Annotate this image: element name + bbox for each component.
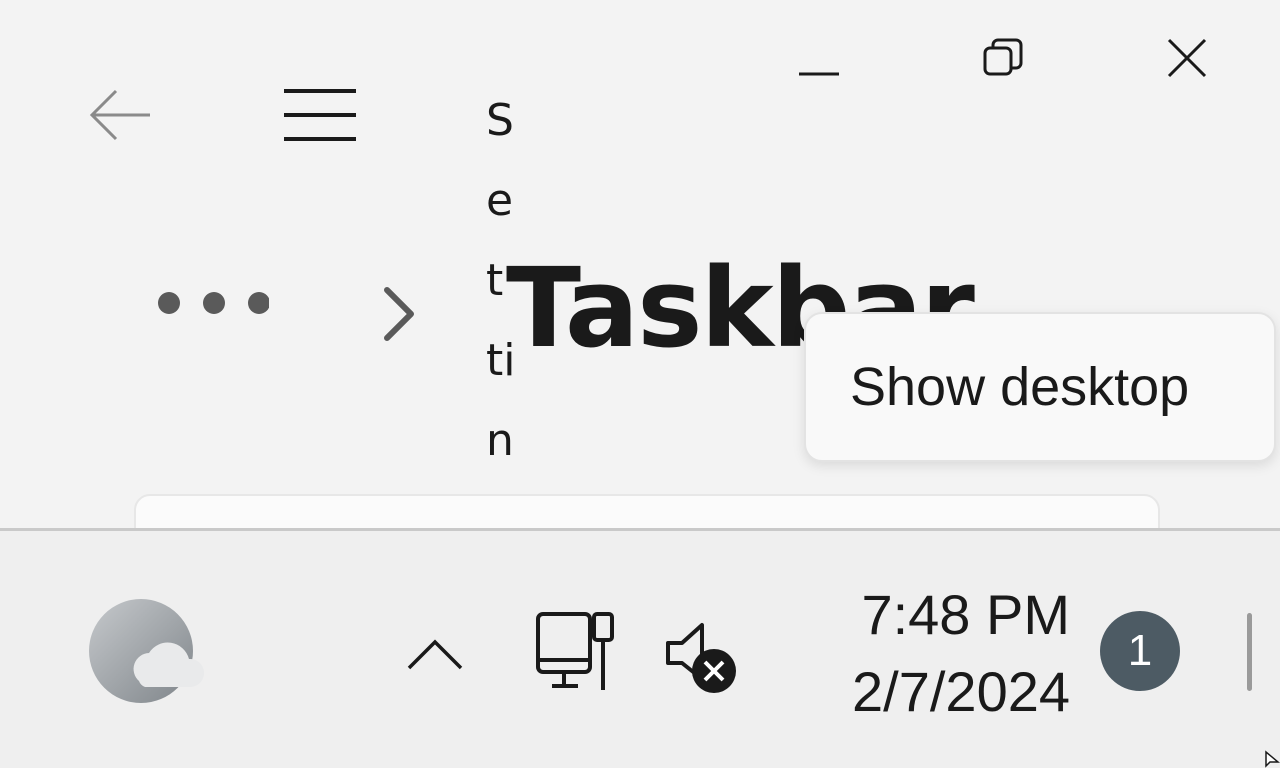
taskbar-clock[interactable]: 7:48 PM 2/7/2024 — [800, 577, 1070, 731]
back-arrow-icon — [89, 89, 150, 141]
close-button[interactable] — [1142, 18, 1232, 98]
show-desktop-button[interactable] — [1247, 613, 1252, 691]
restore-button[interactable] — [958, 18, 1048, 98]
mouse-cursor-icon — [1265, 750, 1280, 768]
weather-cloud-icon — [89, 599, 205, 703]
wired-network-icon — [536, 612, 614, 690]
restore-icon — [983, 38, 1023, 76]
settings-window: S e t ti n Taskbar Show desktop — [0, 0, 1280, 558]
breadcrumb-separator — [374, 284, 420, 344]
show-desktop-tooltip: Show desktop — [804, 312, 1276, 462]
minimize-icon — [799, 72, 839, 76]
tooltip-text: Show desktop — [850, 357, 1190, 417]
notification-badge[interactable]: 1 — [1100, 611, 1180, 691]
app-title-char: e — [486, 175, 514, 226]
weather-widget[interactable] — [80, 593, 210, 713]
chevron-right-icon — [384, 287, 414, 341]
volume-muted-icon — [666, 623, 736, 693]
back-button[interactable] — [80, 80, 160, 150]
clock-time: 7:48 PM — [861, 583, 1070, 646]
clock-date: 2/7/2024 — [852, 660, 1070, 723]
taskbar: 7:48 PM 2/7/2024 1 — [0, 528, 1280, 768]
network-status-button[interactable] — [530, 607, 620, 697]
more-ellipsis-icon — [158, 292, 269, 314]
navigation-menu-button[interactable] — [276, 80, 364, 150]
hamburger-menu-icon — [284, 89, 356, 141]
chevron-up-icon — [407, 639, 463, 670]
breadcrumb-more-button[interactable] — [146, 278, 274, 328]
show-hidden-icons-button[interactable] — [400, 623, 470, 683]
app-title-char: n — [486, 415, 514, 466]
app-title-char: S — [486, 95, 514, 146]
volume-status-button[interactable] — [660, 617, 744, 697]
minimize-button[interactable] — [774, 18, 864, 98]
close-icon — [1167, 38, 1207, 78]
screen: S e t ti n Taskbar Show desktop 7:48 PM … — [0, 0, 1280, 768]
